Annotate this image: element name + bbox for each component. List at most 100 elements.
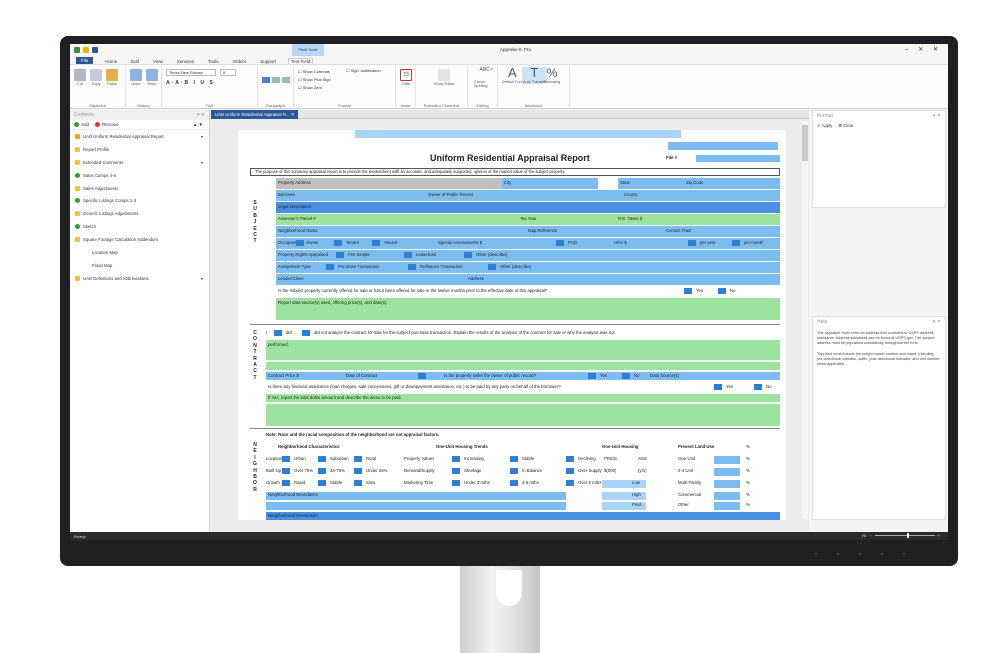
checkbox[interactable] xyxy=(464,252,472,258)
checkbox[interactable] xyxy=(336,252,344,258)
checkbox[interactable] xyxy=(732,240,740,246)
document-tab[interactable]: UAD Uniform Residential Appraisal R... ✕ xyxy=(211,110,299,119)
checkbox[interactable] xyxy=(282,468,290,474)
vertical-scrollbar[interactable] xyxy=(802,121,808,519)
check-spelling-button[interactable]: ABC✓ Check Spelling xyxy=(474,67,497,88)
paste-button[interactable]: Paste xyxy=(106,69,118,86)
checkbox[interactable] xyxy=(354,480,362,486)
sign-justification-checkbox[interactable]: ☐ Sign Justification xyxy=(346,68,381,73)
form-field[interactable] xyxy=(276,202,780,213)
checkbox[interactable] xyxy=(282,456,290,462)
header-field[interactable] xyxy=(355,130,681,138)
pct-field[interactable] xyxy=(714,492,740,500)
checkbox[interactable] xyxy=(318,456,326,462)
undo-button[interactable]: Undo xyxy=(130,69,142,86)
checkbox[interactable] xyxy=(282,480,290,486)
checkbox[interactable] xyxy=(510,480,518,486)
zoom-out-button[interactable]: − xyxy=(869,533,871,538)
checkbox[interactable] xyxy=(566,468,574,474)
performed-field[interactable] xyxy=(266,340,780,360)
font-size-select[interactable]: 8 xyxy=(220,69,236,76)
checkbox[interactable] xyxy=(302,330,310,336)
checkbox[interactable] xyxy=(718,288,726,294)
align-right-icon[interactable] xyxy=(282,77,290,83)
checkbox[interactable] xyxy=(556,240,564,246)
menu-file[interactable]: File xyxy=(76,57,94,64)
menu-support[interactable]: Support xyxy=(258,59,278,64)
font-format-buttons[interactable]: A·A·B I U S xyxy=(166,80,215,86)
menu-home[interactable]: Home xyxy=(103,59,119,64)
checkbox[interactable] xyxy=(326,264,334,270)
tree-item[interactable]: Square Footage Calculation Addendum xyxy=(70,233,209,246)
copy-button[interactable]: Copy xyxy=(90,69,102,86)
checkbox[interactable] xyxy=(452,468,460,474)
tree-item[interactable]: Location Map xyxy=(70,246,209,259)
tree-item[interactable]: Sketch xyxy=(70,220,209,233)
help-pin-icon[interactable]: ▾ ✕ xyxy=(933,319,941,325)
description-field[interactable] xyxy=(266,512,780,520)
menu-services[interactable]: Services xyxy=(175,59,196,64)
checkbox[interactable] xyxy=(418,373,426,379)
checkbox[interactable] xyxy=(274,330,282,336)
font-name-select[interactable]: Times New Roman xyxy=(166,69,216,76)
format-pin-icon[interactable]: ▾ ✕ xyxy=(933,113,941,119)
align-center-icon[interactable] xyxy=(272,77,280,83)
expand-chevron-icon[interactable]: ▾ xyxy=(201,160,203,165)
menu-edit[interactable]: Edit xyxy=(129,59,141,64)
remove-button[interactable]: Remove xyxy=(95,122,119,128)
form-field[interactable] xyxy=(276,190,426,201)
clear-button[interactable]: ✖ Clear xyxy=(838,123,853,129)
checkbox[interactable] xyxy=(510,468,518,474)
tree-item[interactable]: Specific Listings Comps 1-3 xyxy=(70,194,209,207)
show-commas-checkbox[interactable]: ☐ Show Commas xyxy=(298,68,331,76)
default-font-button[interactable]: A Default Font xyxy=(502,66,523,84)
tree-item[interactable]: Sales Comps 4-6 xyxy=(70,169,209,182)
tree-item[interactable]: UAD Definitions and Abbreviations ▾ xyxy=(70,272,209,285)
tree-item[interactable]: Report Profile xyxy=(70,143,209,156)
expand-chevron-icon[interactable]: ▾ xyxy=(201,134,203,139)
align-left-icon[interactable] xyxy=(262,77,270,83)
tree-item[interactable]: Extended Comments ▾ xyxy=(70,156,209,169)
checkbox[interactable] xyxy=(372,240,380,246)
checkbox[interactable] xyxy=(684,288,692,294)
rounding-button[interactable]: % Rounding xyxy=(544,67,560,84)
file-number-field[interactable] xyxy=(696,155,780,162)
cut-button[interactable]: Cut xyxy=(74,69,86,86)
blank-field[interactable] xyxy=(266,362,780,370)
open-folder-icon[interactable] xyxy=(83,47,89,53)
tree-item[interactable]: UAD Uniform Residential Appraisal Report… xyxy=(70,130,209,143)
pct-field[interactable] xyxy=(714,502,740,510)
form-field[interactable] xyxy=(502,178,598,189)
tree-item[interactable]: Sales Adjustments xyxy=(70,182,209,195)
checkbox[interactable] xyxy=(296,240,304,246)
pct-field[interactable] xyxy=(714,480,740,488)
header-field-2[interactable] xyxy=(668,142,778,150)
show-plus-sign-checkbox[interactable]: ☐ Show Plus Sign xyxy=(298,76,331,84)
menu-text-field[interactable]: Text Field xyxy=(288,58,314,64)
zoom-slider[interactable] xyxy=(874,533,935,538)
financial-detail-field[interactable] xyxy=(266,404,780,426)
checkbox[interactable] xyxy=(566,456,574,462)
apply-button[interactable]: ✔ Apply xyxy=(817,123,832,129)
expand-chevron-icon[interactable]: ▾ xyxy=(201,276,203,281)
add-button[interactable]: Add xyxy=(74,122,89,128)
checkbox[interactable] xyxy=(588,373,596,379)
checkbox[interactable] xyxy=(334,240,342,246)
menu-view[interactable]: View xyxy=(151,59,165,64)
checkbox[interactable] xyxy=(452,456,460,462)
checkbox[interactable] xyxy=(354,468,362,474)
menu-tools[interactable]: Tools xyxy=(206,59,221,64)
checkbox[interactable] xyxy=(510,456,518,462)
checkbox[interactable] xyxy=(714,384,722,390)
lender-row[interactable] xyxy=(276,274,780,285)
pct-field[interactable] xyxy=(714,456,740,464)
checkbox[interactable] xyxy=(408,264,416,270)
show-editor-button[interactable]: Show Editor xyxy=(434,69,454,86)
checkbox[interactable] xyxy=(488,264,496,270)
show-zero-checkbox[interactable]: ☑ Show Zero xyxy=(298,84,331,92)
reorder-arrows[interactable]: ▲ ▼ xyxy=(193,122,203,127)
tree-item[interactable]: Flood Map xyxy=(70,259,209,272)
pane-pin-icon[interactable]: ▾ ✕ xyxy=(197,112,205,118)
checkbox[interactable] xyxy=(404,252,412,258)
checkbox[interactable] xyxy=(566,480,574,486)
